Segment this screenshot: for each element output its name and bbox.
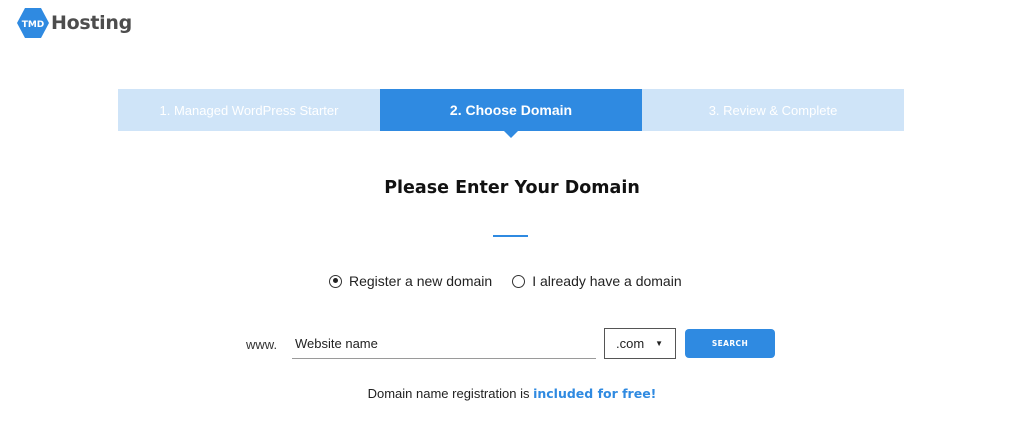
radio-unchecked-icon[interactable] [512,274,526,288]
page-title: Please Enter Your Domain [384,178,640,198]
radio-label-existing: I already have a domain [532,273,682,289]
title-underline [493,235,528,237]
radio-register-new-domain[interactable]: Register a new domain [329,273,492,289]
radio-checked-icon[interactable] [329,274,342,288]
step-managed-wordpress[interactable]: 1. Managed WordPress Starter [118,89,380,131]
step-review-complete[interactable]: 3. Review & Complete [642,89,904,131]
tld-selected-value: .com [616,336,645,351]
domain-name-input[interactable] [292,329,596,359]
www-prefix: www. [246,337,278,352]
domain-option-group: Register a new domain I already have a d… [329,273,682,289]
step-choose-domain[interactable]: 2. Choose Domain [380,89,642,138]
logo-hexagon-icon: TMD [16,7,50,39]
search-button[interactable]: SEARCH [685,329,775,358]
logo-text: Hosting [51,12,132,34]
tld-select[interactable]: .com ▼ [604,328,676,359]
note-highlight: included for free! [533,386,657,401]
note-text: Domain name registration is [367,386,534,401]
free-registration-note: Domain name registration is included for… [0,386,1024,401]
logo-mark: TMD [22,20,45,30]
logo[interactable]: TMD Hosting [16,6,132,40]
radio-label-register: Register a new domain [349,273,493,289]
radio-existing-domain[interactable]: I already have a domain [512,273,682,289]
checkout-steps: 1. Managed WordPress Starter 2. Choose D… [118,89,904,138]
caret-down-icon: ▼ [655,339,663,348]
